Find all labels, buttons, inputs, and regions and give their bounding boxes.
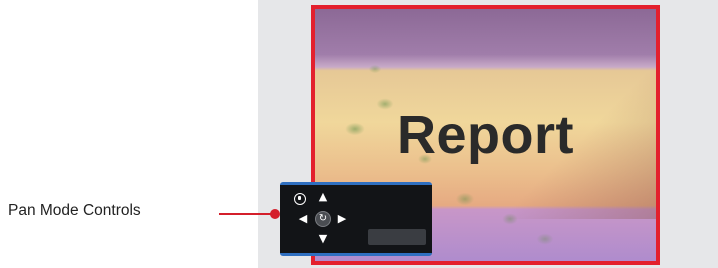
arrow-down-icon[interactable]: ▼: [317, 233, 329, 245]
arrow-up-icon[interactable]: ▲: [317, 191, 329, 203]
rotate-icon[interactable]: ↻: [315, 211, 331, 227]
callout-label: Pan Mode Controls: [8, 202, 141, 219]
report-title: Report: [397, 105, 574, 165]
status-display: [368, 229, 426, 245]
arrow-right-icon[interactable]: ▶: [336, 213, 348, 225]
callout-dot: [270, 209, 280, 219]
arrow-left-icon[interactable]: ◀: [297, 213, 309, 225]
callout-line: [219, 213, 275, 215]
pan-mode-panel: ▲ ◀ ↻ ▶ ▼: [280, 182, 432, 256]
zoom-icon[interactable]: [294, 193, 306, 205]
